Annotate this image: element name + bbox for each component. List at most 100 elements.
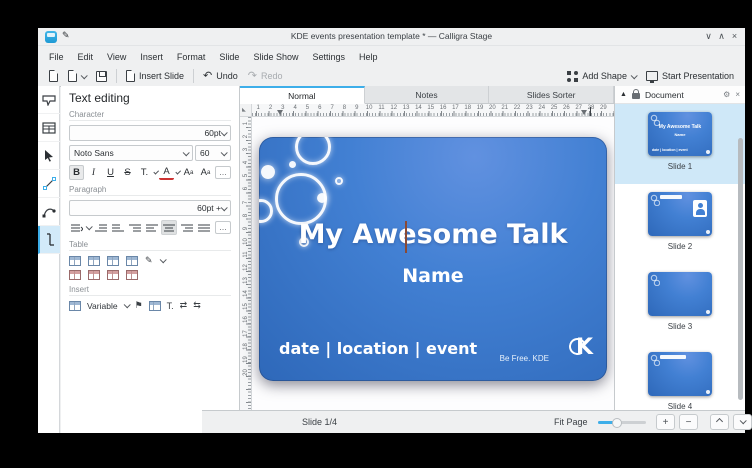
underline-button[interactable]: U [103, 165, 118, 180]
redo-button[interactable]: ↷Redo [243, 69, 288, 83]
increase-indent-button[interactable] [93, 220, 108, 235]
table-tool[interactable] [38, 114, 60, 142]
open-document-button[interactable] [63, 68, 91, 84]
align-left-button[interactable] [144, 220, 159, 235]
menu-format[interactable]: Format [170, 50, 213, 64]
title-bar[interactable]: ✎ KDE events presentation template * — C… [38, 28, 745, 46]
table-pen-icon[interactable]: ✎ [145, 255, 153, 266]
bookmark-flag-icon[interactable]: ⚑ [135, 300, 143, 311]
basic-shape-tool[interactable] [38, 86, 60, 114]
chevron-down-icon [740, 417, 747, 424]
menu-slide-show[interactable]: Slide Show [246, 50, 305, 64]
slide-thumbnail-item-2[interactable]: Slide 2 [615, 184, 745, 264]
menu-insert[interactable]: Insert [133, 50, 170, 64]
slide-thumbnail[interactable] [648, 192, 712, 236]
decrease-indent-button[interactable] [110, 220, 125, 235]
slide-thumbnail[interactable] [648, 272, 712, 316]
slide-thumbnail-item-1[interactable]: My Awesome TalkNamedate | location | eve… [615, 104, 745, 184]
text-cursor-icon [44, 233, 56, 246]
strikethrough-button[interactable]: S [120, 165, 135, 180]
align-justify-button[interactable] [196, 220, 211, 235]
panel-scrollbar[interactable] [738, 138, 743, 400]
swap-icon[interactable]: ⇄ [180, 300, 188, 311]
panel-settings-icon[interactable]: ⚙ [723, 90, 730, 99]
menu-slide[interactable]: Slide [212, 50, 246, 64]
previous-slide-button[interactable] [710, 414, 729, 430]
tab-normal[interactable]: Normal [240, 86, 365, 104]
slide-thumbnail[interactable] [648, 352, 712, 396]
panel-close-icon[interactable]: × [735, 90, 740, 99]
minimize-button[interactable]: ∨ [702, 30, 715, 43]
merge-cells-icon[interactable] [107, 270, 119, 280]
close-button[interactable]: × [728, 30, 741, 43]
insert-column-left-icon[interactable] [107, 256, 119, 266]
text-style-icon[interactable]: T. [167, 301, 174, 311]
undo-button[interactable]: ↶Undo [198, 69, 243, 83]
slide-title-text[interactable]: My Awesome Talk [259, 219, 607, 250]
font-family-combo[interactable]: Noto Sans [69, 145, 193, 161]
delete-row-icon[interactable] [69, 270, 81, 280]
line-spacing-button[interactable] [69, 220, 84, 235]
menu-settings[interactable]: Settings [305, 50, 352, 64]
character-more-button[interactable]: … [215, 166, 231, 179]
menu-edit[interactable]: Edit [71, 50, 101, 64]
insert-row-below-icon[interactable] [88, 256, 100, 266]
menu-view[interactable]: View [100, 50, 133, 64]
insert-row-above-icon[interactable] [69, 256, 81, 266]
indent-marker-right[interactable] [581, 110, 587, 115]
add-shape-button[interactable]: Add Shape [562, 69, 641, 84]
slide-thumbnail[interactable]: My Awesome TalkNamedate | location | eve… [648, 112, 712, 156]
variable-dropdown[interactable]: Variable [87, 301, 118, 311]
align-center-button[interactable] [161, 220, 177, 235]
superscript-button[interactable]: Aa [181, 165, 196, 180]
text-tool[interactable] [38, 226, 60, 254]
redo-icon: ↷ [248, 71, 257, 81]
character-style-combo[interactable]: 60pt [69, 125, 231, 141]
insert-column-right-icon[interactable] [126, 256, 138, 266]
horizontal-ruler[interactable]: 1234567891011121314151617181920212223242… [252, 104, 614, 117]
insert-slide-button[interactable]: Insert Slide [121, 68, 189, 84]
link-icon[interactable]: ⇆ [193, 300, 201, 311]
italic-button[interactable]: I [86, 165, 101, 180]
delete-column-icon[interactable] [88, 270, 100, 280]
lock-icon[interactable] [632, 93, 640, 99]
zoom-slider[interactable] [598, 421, 646, 424]
insert-table-icon[interactable] [69, 301, 81, 311]
tab-notes[interactable]: Notes [365, 86, 490, 103]
indent-marker-left[interactable] [277, 110, 283, 115]
path-tool[interactable] [38, 198, 60, 226]
text-color-button[interactable]: A [159, 165, 174, 180]
save-button[interactable] [91, 69, 112, 84]
slide-subtitle-text[interactable]: Name [259, 265, 607, 287]
align-right-button[interactable] [179, 220, 194, 235]
slide-thumbnail-item-3[interactable]: Slide 3 [615, 264, 745, 344]
tab-slides-sorter[interactable]: Slides Sorter [489, 86, 614, 103]
slide-editor[interactable]: My Awesome Talk Name date | location | e… [259, 137, 607, 381]
character-section-label: Character [69, 110, 231, 121]
menu-help[interactable]: Help [352, 50, 385, 64]
new-document-button[interactable] [44, 68, 63, 84]
connector-tool[interactable] [38, 170, 60, 198]
paragraph-spacing-combo[interactable]: 60pt + [69, 200, 231, 216]
vertical-ruler[interactable]: 1234567891011121314151617181920 [240, 117, 252, 410]
next-slide-button[interactable] [733, 414, 752, 430]
add-slide-button[interactable]: + [656, 414, 675, 430]
zoom-slider-handle[interactable] [612, 418, 622, 428]
subscript-button[interactable]: Aa [198, 165, 213, 180]
change-case-button[interactable]: T. [137, 165, 152, 180]
bold-button[interactable]: B [69, 165, 84, 180]
maximize-button[interactable]: ∧ [715, 30, 728, 43]
insert-frame-icon[interactable] [149, 301, 161, 311]
collapse-icon[interactable]: ▲ [620, 91, 627, 98]
selection-tool[interactable] [38, 142, 60, 170]
font-size-spinner[interactable]: 60 [195, 145, 231, 161]
menu-file[interactable]: File [42, 50, 71, 64]
slide-thumbnail-item-4[interactable]: Slide 4 [615, 344, 745, 410]
remove-slide-button[interactable]: − [679, 414, 698, 430]
indent-paragraph-button[interactable] [127, 220, 142, 235]
start-presentation-button[interactable]: Start Presentation [641, 69, 739, 83]
paragraph-more-button[interactable]: … [215, 221, 231, 234]
slide-canvas[interactable]: My Awesome Talk Name date | location | e… [252, 117, 614, 410]
split-cells-icon[interactable] [126, 270, 138, 280]
slide-footer-text[interactable]: date | location | event [279, 339, 477, 358]
